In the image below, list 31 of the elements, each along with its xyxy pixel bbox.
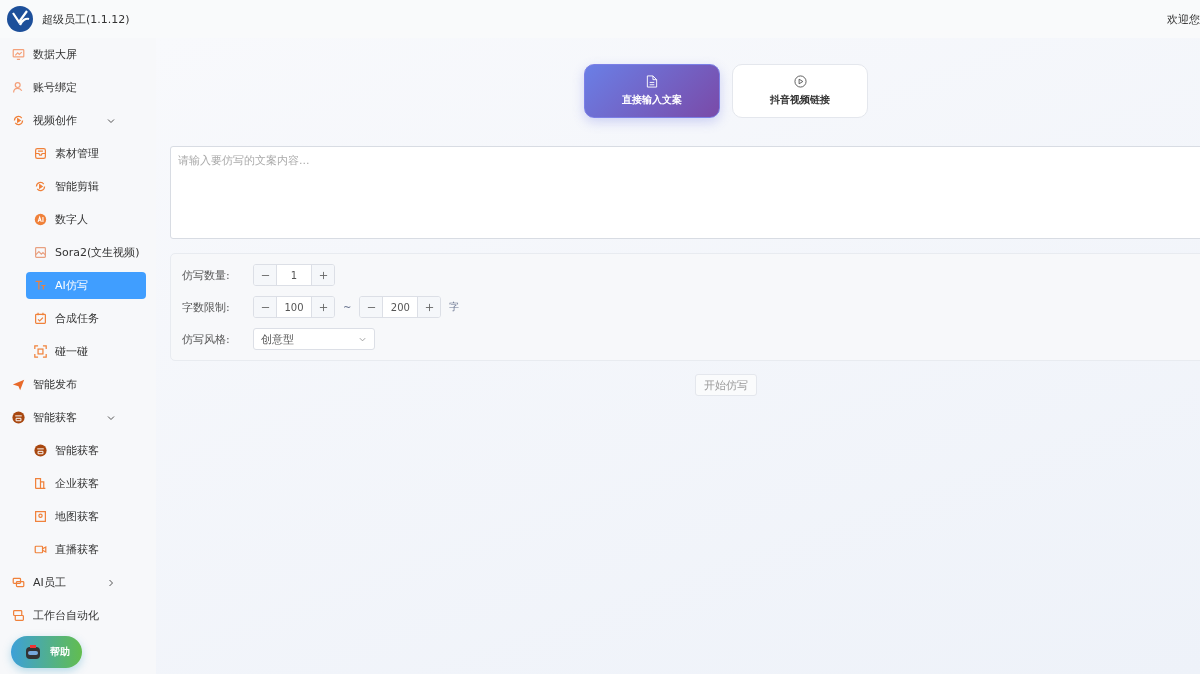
field-label: 仿写数量: xyxy=(181,267,231,283)
number-stepper[interactable]: 100 xyxy=(253,296,335,318)
mode-tab[interactable]: 直接输入文案 xyxy=(584,64,720,118)
menu-item[interactable]: AI员工 xyxy=(0,566,146,599)
menu-item[interactable]: 智能获客 xyxy=(0,401,146,434)
menu-item[interactable]: 直播获客 xyxy=(26,533,146,566)
menu-item[interactable]: 智能获客 xyxy=(26,434,146,467)
menu-item[interactable]: 企业获客 xyxy=(26,467,146,500)
unit-text: 字 xyxy=(449,300,460,314)
menu-item[interactable]: 智能剪辑 xyxy=(26,170,146,203)
menu-item[interactable]: 数字人 xyxy=(26,203,146,236)
content-input[interactable]: 请输入要仿写的文案内容... xyxy=(170,146,1200,239)
greeting-text: 欢迎您 xyxy=(1167,11,1200,27)
number-stepper[interactable]: 200 xyxy=(359,296,442,318)
menu-item[interactable]: 视频创作 xyxy=(0,104,146,137)
menu-item[interactable]: 账号绑定 xyxy=(0,71,146,104)
menu-item[interactable]: 素材管理 xyxy=(26,137,146,170)
number-stepper[interactable]: 1 xyxy=(253,264,335,286)
menu-item[interactable]: 碰一碰 xyxy=(26,335,146,368)
menu-item[interactable]: Sora2(文生视频) xyxy=(26,236,146,269)
menu-item[interactable]: 地图获客 xyxy=(26,500,146,533)
field-label: 字数限制: xyxy=(181,299,231,315)
field-label: 仿写风格: xyxy=(181,331,231,347)
mode-tab[interactable]: 抖音视频链接 xyxy=(732,64,868,118)
menu-item[interactable]: 工作台自动化 xyxy=(0,599,146,632)
menu-item[interactable]: 智能发布 xyxy=(0,368,146,401)
menu-item[interactable]: 数据大屏 xyxy=(0,38,146,71)
style-select[interactable]: 创意型 xyxy=(253,328,375,350)
range-separator: ~ xyxy=(343,301,352,313)
app-title: 超级员工(1.1.12) xyxy=(42,11,130,27)
menu-item[interactable]: 合成任务 xyxy=(26,302,146,335)
